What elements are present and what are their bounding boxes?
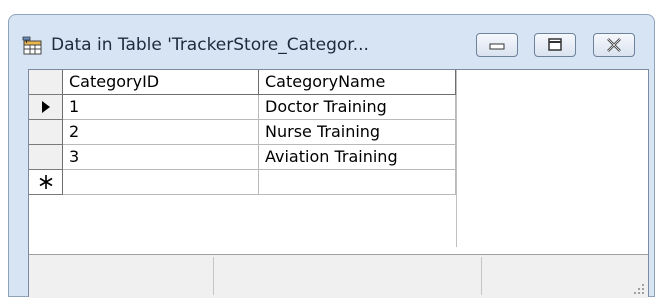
cell-categoryid[interactable]: 1 xyxy=(63,95,259,120)
asterisk-icon xyxy=(39,175,53,189)
table-row[interactable]: 2 Nurse Training xyxy=(29,120,456,145)
cell-categoryname[interactable]: Aviation Training xyxy=(259,145,456,170)
row-selector[interactable] xyxy=(29,120,63,145)
table-row[interactable]: 3 Aviation Training xyxy=(29,145,456,170)
column-header-categoryname[interactable]: CategoryName xyxy=(259,70,456,95)
table-row[interactable]: 1 Doctor Training xyxy=(29,95,456,120)
new-row-selector[interactable] xyxy=(29,170,63,195)
table-icon xyxy=(22,36,42,55)
maximize-button[interactable] xyxy=(534,33,576,57)
status-bar xyxy=(29,254,648,298)
new-cell-categoryname[interactable] xyxy=(259,170,456,195)
resize-grip-icon[interactable] xyxy=(633,283,645,295)
title-bar[interactable]: Data in Table 'TrackerStore_Categor... xyxy=(9,15,654,67)
cell-categoryname[interactable]: Nurse Training xyxy=(259,120,456,145)
cell-categoryname[interactable]: Doctor Training xyxy=(259,95,456,120)
status-pane-2 xyxy=(213,257,482,295)
cell-categoryid[interactable]: 2 xyxy=(63,120,259,145)
table-data-window: Data in Table 'TrackerStore_Categor... C… xyxy=(8,14,655,298)
header-row: CategoryID CategoryName xyxy=(29,70,456,95)
maximize-icon xyxy=(548,38,562,51)
cell-categoryid[interactable]: 3 xyxy=(63,145,259,170)
current-row-arrow-icon xyxy=(42,101,50,113)
minimize-icon xyxy=(489,43,505,50)
window-title: Data in Table 'TrackerStore_Categor... xyxy=(51,35,369,55)
new-cell-categoryid[interactable] xyxy=(63,170,259,195)
row-selector[interactable] xyxy=(29,95,63,120)
minimize-button[interactable] xyxy=(476,33,518,57)
new-row[interactable] xyxy=(29,170,456,195)
status-pane-1 xyxy=(29,257,214,295)
close-icon xyxy=(607,38,621,52)
results-pane: CategoryID CategoryName 1 Doctor Trainin… xyxy=(28,69,649,298)
column-header-categoryid[interactable]: CategoryID xyxy=(63,70,259,95)
close-button[interactable] xyxy=(593,33,635,57)
row-selector[interactable] xyxy=(29,145,63,170)
data-grid: CategoryID CategoryName 1 Doctor Trainin… xyxy=(29,70,457,247)
select-all-cell[interactable] xyxy=(29,70,63,95)
status-pane-3 xyxy=(481,257,631,295)
